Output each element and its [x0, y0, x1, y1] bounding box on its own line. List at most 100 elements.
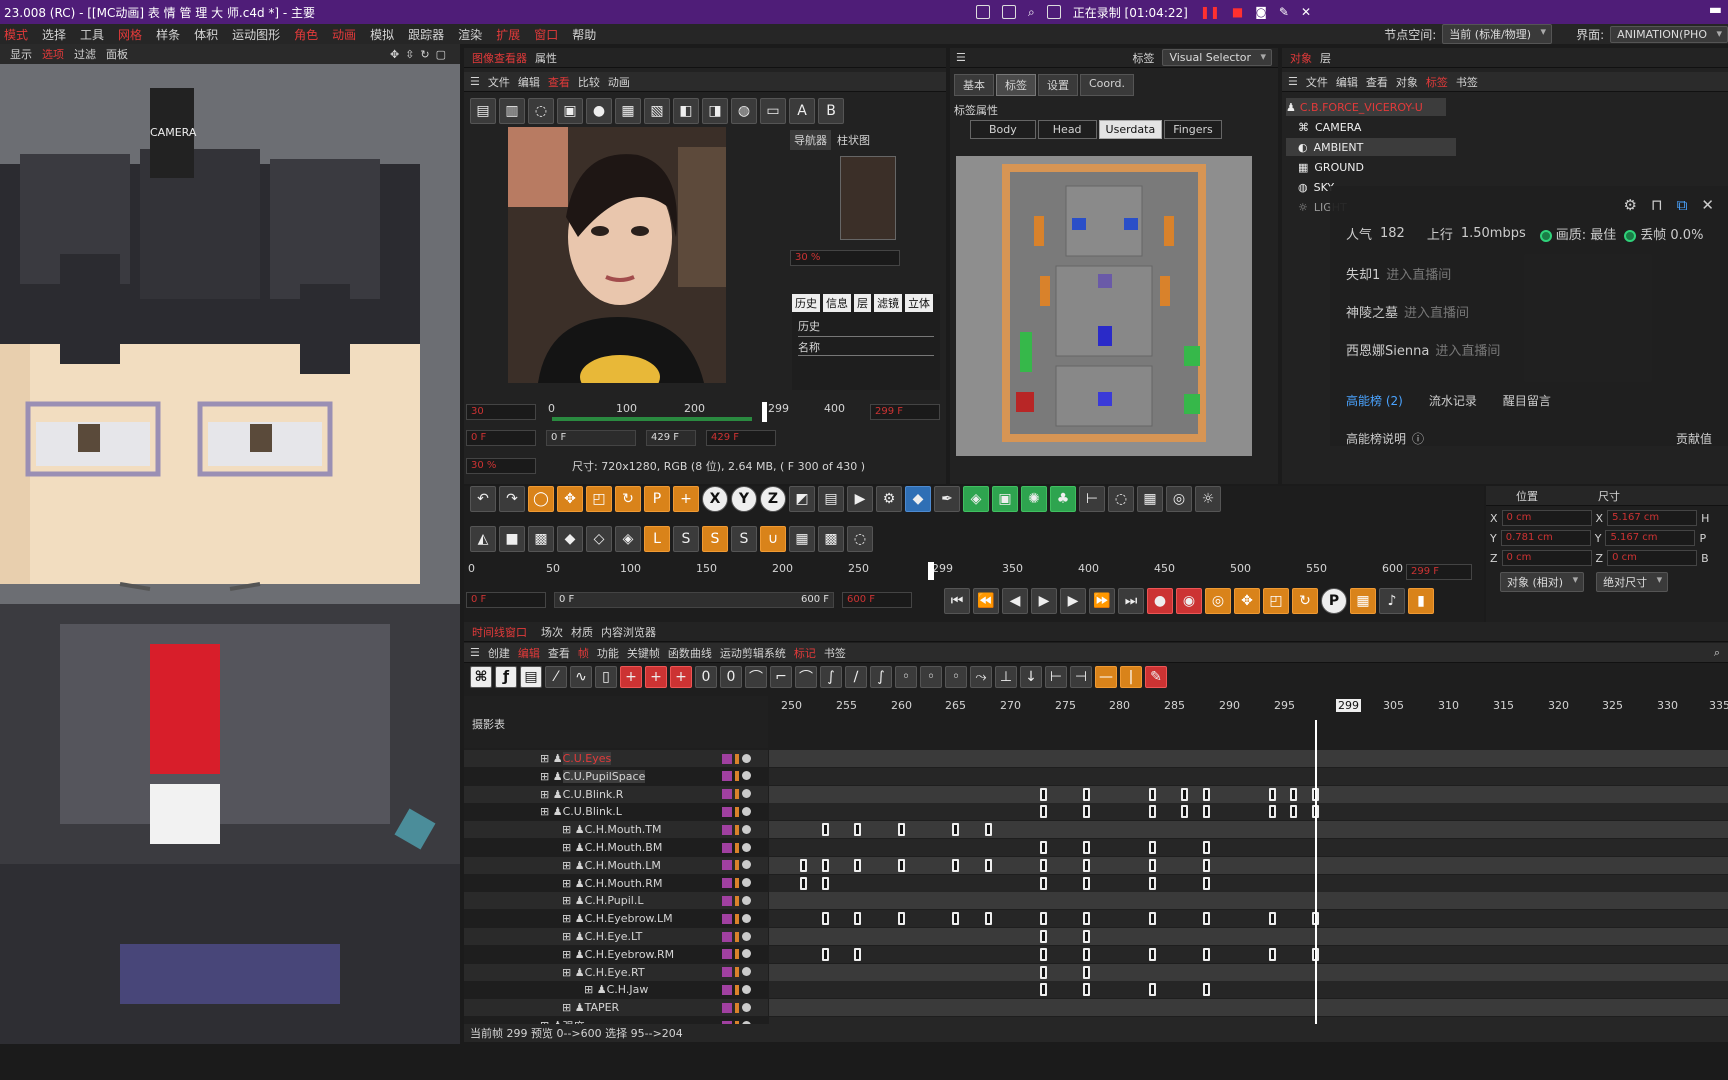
workplane-icon[interactable]: ▦	[789, 526, 815, 552]
visual-selector-select[interactable]: Visual Selector	[1162, 49, 1272, 66]
track-expand-icon[interactable]: ⊞ ♟	[562, 877, 585, 890]
next-frame-icon[interactable]: ▶	[1060, 588, 1086, 614]
pv-menu-item[interactable]: 比较	[578, 74, 600, 90]
outliner-item[interactable]: ◐ AMBIENT	[1286, 138, 1456, 156]
fcurve-mode-icon[interactable]: ƒ	[495, 666, 517, 688]
menu-item[interactable]: 跟踪器	[408, 26, 444, 43]
menu-item[interactable]: 渲染	[458, 26, 482, 43]
track-row[interactable]: ⊞ ♟ C.H.Eye.LT	[464, 928, 768, 945]
keyframe[interactable]	[1039, 787, 1047, 801]
keyframe[interactable]	[1148, 912, 1156, 926]
render-view-icon[interactable]: ▤	[818, 486, 844, 512]
track-flags[interactable]	[722, 1002, 762, 1013]
field-icon[interactable]: ◌	[1108, 486, 1134, 512]
keyframe-lane[interactable]	[769, 803, 1728, 821]
marker-c-icon[interactable]: ⊣	[1070, 666, 1092, 688]
step-icon[interactable]: ⌐	[770, 666, 792, 688]
keyframe[interactable]	[1268, 805, 1276, 819]
stop-render-icon[interactable]: ◌	[528, 98, 554, 124]
cube-icon[interactable]: ◆	[905, 486, 931, 512]
track-flags[interactable]	[722, 913, 762, 924]
keyframe[interactable]	[1181, 787, 1189, 801]
keyframe[interactable]	[1039, 841, 1047, 854]
playhead[interactable]	[928, 562, 934, 580]
tab-filter[interactable]: 滤镜	[874, 294, 902, 312]
keyframe[interactable]	[897, 858, 905, 872]
keyframe-lane[interactable]	[769, 821, 1728, 839]
tab-layers[interactable]: 层	[1320, 50, 1331, 66]
pv-range-b[interactable]: 429 F	[646, 430, 696, 446]
keyframe[interactable]	[799, 858, 807, 872]
keyframe[interactable]	[1148, 787, 1156, 801]
add-keys-icon[interactable]: +	[645, 666, 667, 688]
keyframe[interactable]	[1203, 787, 1211, 801]
om-menu-item[interactable]: 文件	[1306, 74, 1328, 90]
keyframe[interactable]	[1083, 983, 1091, 997]
keyframe[interactable]	[1203, 983, 1211, 997]
keyframe[interactable]	[1083, 947, 1091, 961]
camera-icon[interactable]: ◎	[1166, 486, 1192, 512]
tab-objects[interactable]: 对象	[1290, 50, 1312, 66]
layout-select[interactable]: ANIMATION(PHO	[1610, 25, 1728, 43]
keyframe[interactable]	[1148, 983, 1156, 997]
stop-icon[interactable]: ■	[1232, 5, 1243, 19]
track-expand-icon[interactable]: ⊞ ♟	[540, 788, 563, 801]
keyframe[interactable]	[1203, 947, 1211, 961]
tab-navigator[interactable]: 导航器	[790, 130, 831, 150]
keyframe-lane[interactable]	[769, 963, 1728, 981]
go-start-icon[interactable]: ⏮	[944, 588, 970, 614]
track-expand-icon[interactable]: ⊞ ♟	[562, 841, 585, 854]
tangent-b-icon[interactable]: ◦	[920, 666, 942, 688]
keyframe[interactable]	[897, 912, 905, 926]
track-row[interactable]: ⊞ ♟ C.H.Jaw	[464, 981, 768, 998]
keyframe-lane[interactable]	[769, 856, 1728, 874]
keyframe[interactable]	[1203, 858, 1211, 872]
tl-menu-item[interactable]: 创建	[488, 645, 510, 661]
sound-icon[interactable]: ♪	[1379, 588, 1405, 614]
menu-item[interactable]: 模式	[4, 26, 28, 43]
key-zero-b-icon[interactable]: 0	[720, 666, 742, 688]
keyframe[interactable]	[1290, 805, 1298, 819]
y-axis-icon[interactable]: Y	[731, 486, 757, 512]
close-icon[interactable]: ✕	[1701, 196, 1714, 214]
current-frame-field[interactable]: 299 F	[1406, 564, 1472, 580]
keyframe[interactable]	[1083, 930, 1091, 943]
pv-start-frame[interactable]: 0 F	[466, 430, 536, 446]
close-icon[interactable]: ✕	[1301, 5, 1311, 19]
key-position-icon[interactable]: ✥	[1234, 588, 1260, 614]
tab-history[interactable]: 历史	[792, 294, 820, 312]
track-row[interactable]: ⊞ ♟ C.U.Blink.L	[464, 803, 768, 820]
camera-icon[interactable]: ◙	[1255, 5, 1267, 19]
popout-icon[interactable]: ⧉	[1677, 196, 1688, 214]
keyframe[interactable]	[1268, 947, 1276, 961]
psr-icon[interactable]: P	[644, 486, 670, 512]
pv-end-frame[interactable]: 429 F	[706, 430, 776, 446]
redo-icon[interactable]: ↷	[499, 486, 525, 512]
keyframe[interactable]	[897, 823, 905, 837]
keyframe[interactable]	[821, 947, 829, 961]
film-icon[interactable]: ▮	[1408, 588, 1434, 614]
track-row[interactable]: ⊞ ♟ C.H.Mouth.TM	[464, 821, 768, 839]
play-icon[interactable]: ▶	[1031, 588, 1057, 614]
om-menu-item[interactable]: 标签	[1426, 74, 1448, 90]
keyframe[interactable]	[1039, 876, 1047, 890]
track-flags[interactable]	[722, 806, 762, 817]
key-zero-icon[interactable]: 0	[695, 666, 717, 688]
magnet-icon[interactable]: ∪	[760, 526, 786, 552]
viewport-menu-item[interactable]: 显示	[10, 46, 32, 62]
keyframe[interactable]	[985, 823, 993, 837]
keyframe-lane[interactable]	[769, 785, 1728, 803]
menu-item[interactable]: 角色	[294, 26, 318, 43]
track-flags[interactable]	[722, 771, 762, 782]
viewport-menu-item[interactable]: 过滤	[74, 46, 96, 62]
pv-menu-item[interactable]: 文件	[488, 74, 510, 90]
keyframe-lane[interactable]	[769, 981, 1728, 999]
track-row[interactable]: ⊞ ♟ C.H.Mouth.RM	[464, 875, 768, 892]
tab-ranking[interactable]: 高能榜 (2)	[1346, 392, 1403, 409]
track-flags[interactable]	[722, 860, 762, 871]
add-icon[interactable]: +	[673, 486, 699, 512]
record-icon[interactable]: ●	[1147, 588, 1173, 614]
track-expand-icon[interactable]: ⊞ ♟	[540, 770, 563, 783]
track-flags[interactable]	[722, 878, 762, 889]
key-pla-icon[interactable]: ▦	[1350, 588, 1376, 614]
